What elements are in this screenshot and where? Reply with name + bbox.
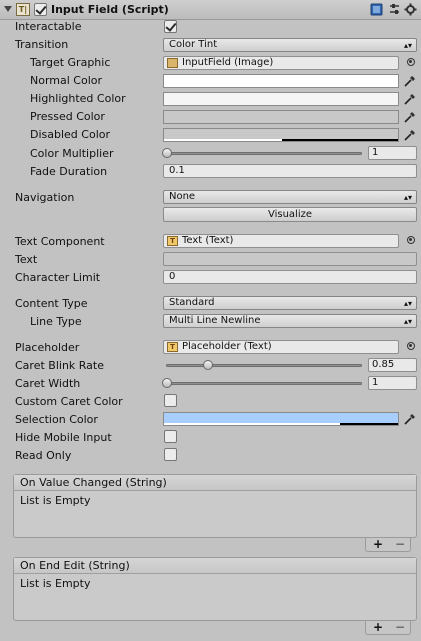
read-only-checkbox[interactable]: [164, 448, 177, 461]
on-end-edit-event: On End Edit (String) List is Empty: [13, 557, 417, 621]
hide-mobile-input-checkbox[interactable]: [164, 430, 177, 443]
dropdown-arrow-icon: ▴▾: [403, 317, 412, 326]
component-header: T| Input Field (Script): [0, 0, 421, 20]
text-label: Text: [15, 253, 38, 266]
script-component-icon: T|: [16, 3, 30, 16]
placeholder-value: Placeholder (Text): [182, 341, 272, 352]
pressed-color-label: Pressed Color: [30, 110, 105, 123]
event-controls: + −: [365, 538, 411, 552]
event-list-empty: List is Empty: [20, 577, 91, 590]
caret-width-slider-track[interactable]: [166, 382, 362, 385]
caret-width-input[interactable]: 1: [368, 376, 417, 390]
visualize-button[interactable]: Visualize: [163, 207, 417, 222]
caret-width-label: Caret Width: [15, 377, 81, 390]
alpha-bar-empty: [282, 139, 398, 141]
transition-value: Color Tint: [169, 39, 218, 50]
component-title: Input Field (Script): [51, 3, 169, 16]
remove-listener-button[interactable]: −: [395, 621, 405, 633]
content-type-label: Content Type: [15, 297, 88, 310]
read-only-label: Read Only: [15, 449, 72, 462]
navigation-dropdown[interactable]: None ▴▾: [163, 190, 417, 204]
hide-mobile-input-label: Hide Mobile Input: [15, 431, 112, 444]
add-listener-button[interactable]: +: [373, 621, 383, 633]
color-multiplier-label: Color Multiplier: [30, 147, 114, 160]
color-multiplier-slider-thumb[interactable]: [162, 148, 172, 158]
dropdown-arrow-icon: ▴▾: [403, 41, 412, 50]
text-component-icon: T: [167, 342, 178, 352]
text-component-field[interactable]: T Text (Text): [163, 234, 399, 248]
character-limit-label: Character Limit: [15, 271, 101, 284]
disabled-color-swatch[interactable]: [163, 128, 399, 142]
character-limit-input[interactable]: 0: [163, 270, 417, 284]
navigation-label: Navigation: [15, 191, 75, 204]
help-book-icon[interactable]: [370, 3, 383, 16]
text-component-label: Text Component: [15, 235, 105, 248]
content-type-dropdown[interactable]: Standard ▴▾: [163, 296, 417, 310]
placeholder-field[interactable]: T Placeholder (Text): [163, 340, 399, 354]
eyedropper-icon[interactable]: [403, 128, 417, 142]
navigation-value: None: [169, 191, 196, 202]
object-picker-icon[interactable]: [407, 236, 415, 244]
selection-color-swatch[interactable]: [163, 412, 399, 426]
alpha-bar-empty: [340, 423, 398, 425]
event-header: On Value Changed (String): [14, 475, 416, 491]
event-controls: + −: [365, 621, 411, 635]
caret-blink-rate-input[interactable]: 0.85: [368, 358, 417, 372]
normal-color-label: Normal Color: [30, 74, 103, 87]
interactable-checkbox[interactable]: [164, 20, 177, 33]
target-graphic-field[interactable]: InputField (Image): [163, 56, 399, 70]
dropdown-arrow-icon: ▴▾: [403, 299, 412, 308]
content-type-value: Standard: [169, 297, 215, 308]
component-enabled-checkbox[interactable]: [34, 3, 47, 16]
object-picker-icon[interactable]: [407, 342, 415, 350]
foldout-arrow-icon[interactable]: [4, 6, 12, 12]
add-listener-button[interactable]: +: [373, 538, 383, 550]
interactable-label: Interactable: [15, 20, 82, 33]
fade-duration-label: Fade Duration: [30, 165, 108, 178]
normal-color-swatch[interactable]: [163, 74, 399, 88]
eyedropper-icon[interactable]: [403, 412, 417, 426]
highlighted-color-swatch[interactable]: [163, 92, 399, 106]
disabled-color-label: Disabled Color: [30, 128, 111, 141]
alpha-bar-filled: [164, 139, 282, 141]
caret-blink-rate-label: Caret Blink Rate: [15, 359, 104, 372]
target-graphic-label: Target Graphic: [30, 56, 111, 69]
text-component-value: Text (Text): [182, 235, 234, 246]
eyedropper-icon[interactable]: [403, 110, 417, 124]
fade-duration-input[interactable]: 0.1: [163, 164, 417, 178]
event-header: On End Edit (String): [14, 558, 416, 574]
selection-color-label: Selection Color: [15, 413, 98, 426]
custom-caret-color-checkbox[interactable]: [164, 394, 177, 407]
line-type-value: Multi Line Newline: [169, 315, 261, 326]
dropdown-arrow-icon: ▴▾: [403, 193, 412, 202]
event-list-empty: List is Empty: [20, 494, 91, 507]
caret-blink-rate-slider-track[interactable]: [166, 364, 362, 367]
caret-blink-rate-slider-thumb[interactable]: [203, 360, 213, 370]
alpha-bar-filled: [164, 423, 340, 425]
transition-label: Transition: [15, 38, 69, 51]
text-component-icon: T: [167, 236, 178, 246]
on-value-changed-event: On Value Changed (String) List is Empty: [13, 474, 417, 538]
gear-icon[interactable]: [404, 3, 417, 16]
custom-caret-color-label: Custom Caret Color: [15, 395, 123, 408]
line-type-dropdown[interactable]: Multi Line Newline ▴▾: [163, 314, 417, 328]
remove-listener-button[interactable]: −: [395, 538, 405, 550]
preset-sliders-icon[interactable]: [388, 3, 401, 16]
transition-dropdown[interactable]: Color Tint ▴▾: [163, 38, 417, 52]
highlighted-color-label: Highlighted Color: [30, 92, 126, 105]
color-multiplier-input[interactable]: 1: [368, 146, 417, 160]
color-multiplier-slider-track[interactable]: [166, 152, 362, 155]
caret-width-slider-thumb[interactable]: [162, 378, 172, 388]
pressed-color-swatch[interactable]: [163, 110, 399, 124]
target-graphic-value: InputField (Image): [182, 57, 274, 68]
line-type-label: Line Type: [30, 315, 82, 328]
placeholder-label: Placeholder: [15, 341, 80, 354]
image-component-icon: [167, 58, 178, 68]
eyedropper-icon[interactable]: [403, 92, 417, 106]
eyedropper-icon[interactable]: [403, 74, 417, 88]
object-picker-icon[interactable]: [407, 58, 415, 66]
text-input[interactable]: [163, 252, 417, 266]
